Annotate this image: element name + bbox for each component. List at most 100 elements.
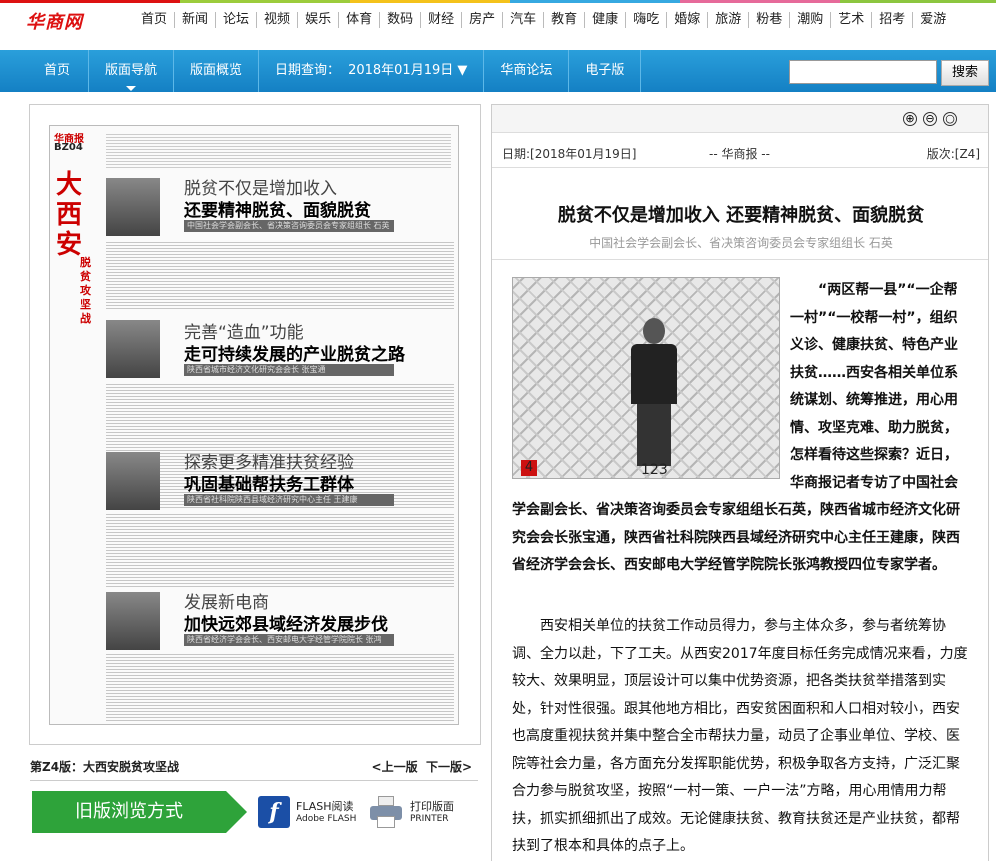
nav-epaper[interactable]: 电子版 <box>569 50 642 92</box>
old-version-label: 旧版浏览方式 <box>32 791 226 833</box>
top-nav-item[interactable]: 嗨吃 <box>625 12 666 28</box>
zoom-in-icon[interactable]: ⊕ <box>903 112 917 126</box>
nav-page-overview[interactable]: 版面概览 <box>174 50 260 92</box>
flash-label: FLASH阅读 <box>296 800 354 813</box>
caret-down-icon <box>126 86 137 91</box>
next-page-link[interactable]: 下一版> <box>426 760 472 774</box>
article-date: 日期:[2018年01月19日] <box>502 147 637 161</box>
print-label: 打印版面 <box>410 800 454 813</box>
epaper-navbar: 首页 版面导航 版面概览 日期查询： 2018年01月19日 ▼ 华商论坛 电子… <box>0 50 996 92</box>
article-body-paragraph: 西安相关单位的扶贫工作动员得力，参与主体众多，参与者统筹协调、全力以赴，下了工夫… <box>512 618 968 854</box>
date-query-label: 日期查询： <box>275 63 341 78</box>
top-nav-item[interactable]: 教育 <box>543 12 584 28</box>
page-section[interactable]: 探索更多精准扶贫经验 巩固基础帮扶务工群体 陕西省社科院陕西县域经济研究中心主任… <box>106 448 454 588</box>
expert-photo <box>106 320 160 378</box>
article-toolbar: ⊕ ⊖ ○ <box>492 105 988 133</box>
top-nav: 首页 新闻 论坛 视频 娱乐 体育 数码 财经 房产 汽车 教育 健康 嗨吃 婚… <box>134 12 953 28</box>
photo-caption: 123 <box>641 462 668 478</box>
reset-zoom-icon[interactable]: ○ <box>943 112 957 126</box>
masthead-title: 大西安 <box>56 170 83 260</box>
article-panel: ⊕ ⊖ ○ 日期:[2018年01月19日] -- 华商报 -- 版次:[Z4]… <box>491 104 989 861</box>
search-input[interactable] <box>789 60 937 84</box>
section-byline-band: 陕西省城市经济文化研究会会长 张宝通 <box>184 364 394 376</box>
printer-icon[interactable] <box>370 796 402 828</box>
nav-home[interactable]: 首页 <box>0 50 90 92</box>
article-photo[interactable]: 4 123 <box>512 277 780 479</box>
top-nav-item[interactable]: 健康 <box>584 12 625 28</box>
top-nav-item[interactable]: 汽车 <box>502 12 543 28</box>
color-strip <box>0 0 180 3</box>
divider <box>30 780 478 781</box>
site-logo[interactable]: 华商网 <box>26 8 83 34</box>
top-header: 华商网 首页 新闻 论坛 视频 娱乐 体育 数码 财经 房产 汽车 教育 健康 … <box>0 0 996 48</box>
page-section[interactable]: 完善“造血”功能 走可持续发展的产业脱贫之路 陕西省城市经济文化研究会会长 张宝… <box>106 318 454 510</box>
nav-page-navigation-label: 版面导航 <box>105 63 158 78</box>
color-strip <box>680 0 840 3</box>
section-headline: 巩固基础帮扶务工群体 <box>184 475 354 495</box>
flash-icon[interactable]: f <box>258 796 290 828</box>
print-page-link[interactable]: 打印版面 PRINTER <box>410 800 454 826</box>
section-headline: 走可持续发展的产业脱贫之路 <box>184 345 405 365</box>
article-paper: -- 华商报 -- <box>709 147 770 161</box>
intro-text-block <box>106 132 451 170</box>
section-headline: 加快远郊县域经济发展步伐 <box>184 615 388 635</box>
divider <box>492 259 988 260</box>
top-nav-item[interactable]: 旅游 <box>707 12 748 28</box>
top-nav-item[interactable]: 招考 <box>871 12 912 28</box>
color-strip <box>840 0 996 3</box>
search-button[interactable]: 搜索 <box>941 60 989 86</box>
top-nav-item[interactable]: 爱游 <box>912 12 953 28</box>
article-edition: 版次:[Z4] <box>926 147 980 161</box>
nav-page-navigation[interactable]: 版面导航 <box>89 50 175 92</box>
arrow-right-icon <box>226 791 247 833</box>
page-code: BZ04 <box>54 142 83 153</box>
newspaper-page-image[interactable]: 华商报 BZ04 大西安 脱贫攻坚战 脱贫不仅是增加收入 还要精神脱贫、面貌脱贫… <box>49 125 459 725</box>
print-sublabel: PRINTER <box>410 814 449 824</box>
article-subtitle: 中国社会学会副会长、省决策咨询委员会专家组组长 石英 <box>589 236 893 250</box>
page-label: 第Z4版：大西安脱贫攻坚战 <box>30 760 180 774</box>
top-nav-item[interactable]: 数码 <box>379 12 420 28</box>
section-byline-band: 陕西省经济学会会长、西安邮电大学经管学院院长 张鸿 <box>184 634 394 646</box>
zoom-out-icon[interactable]: ⊖ <box>923 112 937 126</box>
divider <box>492 167 988 168</box>
prev-page-link[interactable]: <上一版 <box>372 760 418 774</box>
section-text <box>106 240 454 310</box>
top-nav-item[interactable]: 体育 <box>338 12 379 28</box>
old-version-button[interactable]: 旧版浏览方式 <box>32 791 247 833</box>
color-strip <box>510 0 680 3</box>
section-byline-band: 陕西省社科院陕西县域经济研究中心主任 王建康 <box>184 494 394 506</box>
section-text <box>106 652 454 722</box>
page-section[interactable]: 发展新电商 加快远郊县域经济发展步伐 陕西省经济学会会长、西安邮电大学经管学院院… <box>106 588 454 724</box>
color-strip <box>350 0 510 3</box>
section-text <box>106 512 454 588</box>
section-byline-band: 中国社会学会副会长、省决策咨询委员会专家组组长 石英 <box>184 220 394 232</box>
top-nav-item[interactable]: 婚嫁 <box>666 12 707 28</box>
top-nav-item[interactable]: 娱乐 <box>297 12 338 28</box>
expert-photo <box>106 592 160 650</box>
section-headline: 还要精神脱贫、面貌脱贫 <box>184 201 371 221</box>
masthead: 华商报 BZ04 大西安 脱贫攻坚战 <box>50 126 102 724</box>
masthead-subtitle: 脱贫攻坚战 <box>80 256 91 325</box>
top-nav-item[interactable]: 粉巷 <box>748 12 789 28</box>
top-nav-item[interactable]: 首页 <box>134 12 174 28</box>
page-preview: 华商报 BZ04 大西安 脱贫攻坚战 脱贫不仅是增加收入 还要精神脱贫、面貌脱贫… <box>29 104 481 745</box>
top-nav-item[interactable]: 视频 <box>256 12 297 28</box>
page-pager: <上一版 下一版> <box>372 758 472 775</box>
flash-reader-link[interactable]: FLASH阅读 Adobe FLASH <box>296 800 356 826</box>
top-nav-item[interactable]: 财经 <box>420 12 461 28</box>
nav-forum[interactable]: 华商论坛 <box>484 50 570 92</box>
top-nav-item[interactable]: 房产 <box>461 12 502 28</box>
person-figure <box>629 318 679 468</box>
date-select[interactable]: 2018年01月19日 ▼ <box>344 50 485 92</box>
page-section[interactable]: 脱贫不仅是增加收入 还要精神脱贫、面貌脱贫 中国社会学会副会长、省决策咨询委员会… <box>106 174 454 314</box>
article-title: 脱贫不仅是增加收入 还要精神脱贫、面貌脱贫 <box>557 205 925 226</box>
top-nav-item[interactable]: 艺术 <box>830 12 871 28</box>
expert-photo <box>106 452 160 510</box>
top-nav-item[interactable]: 论坛 <box>215 12 256 28</box>
top-nav-item[interactable]: 潮购 <box>789 12 830 28</box>
photo-index-badge: 4 <box>521 460 537 476</box>
top-nav-item[interactable]: 新闻 <box>174 12 215 28</box>
color-strip <box>180 0 350 3</box>
flash-sublabel: Adobe FLASH <box>296 814 357 824</box>
expert-photo <box>106 178 160 236</box>
